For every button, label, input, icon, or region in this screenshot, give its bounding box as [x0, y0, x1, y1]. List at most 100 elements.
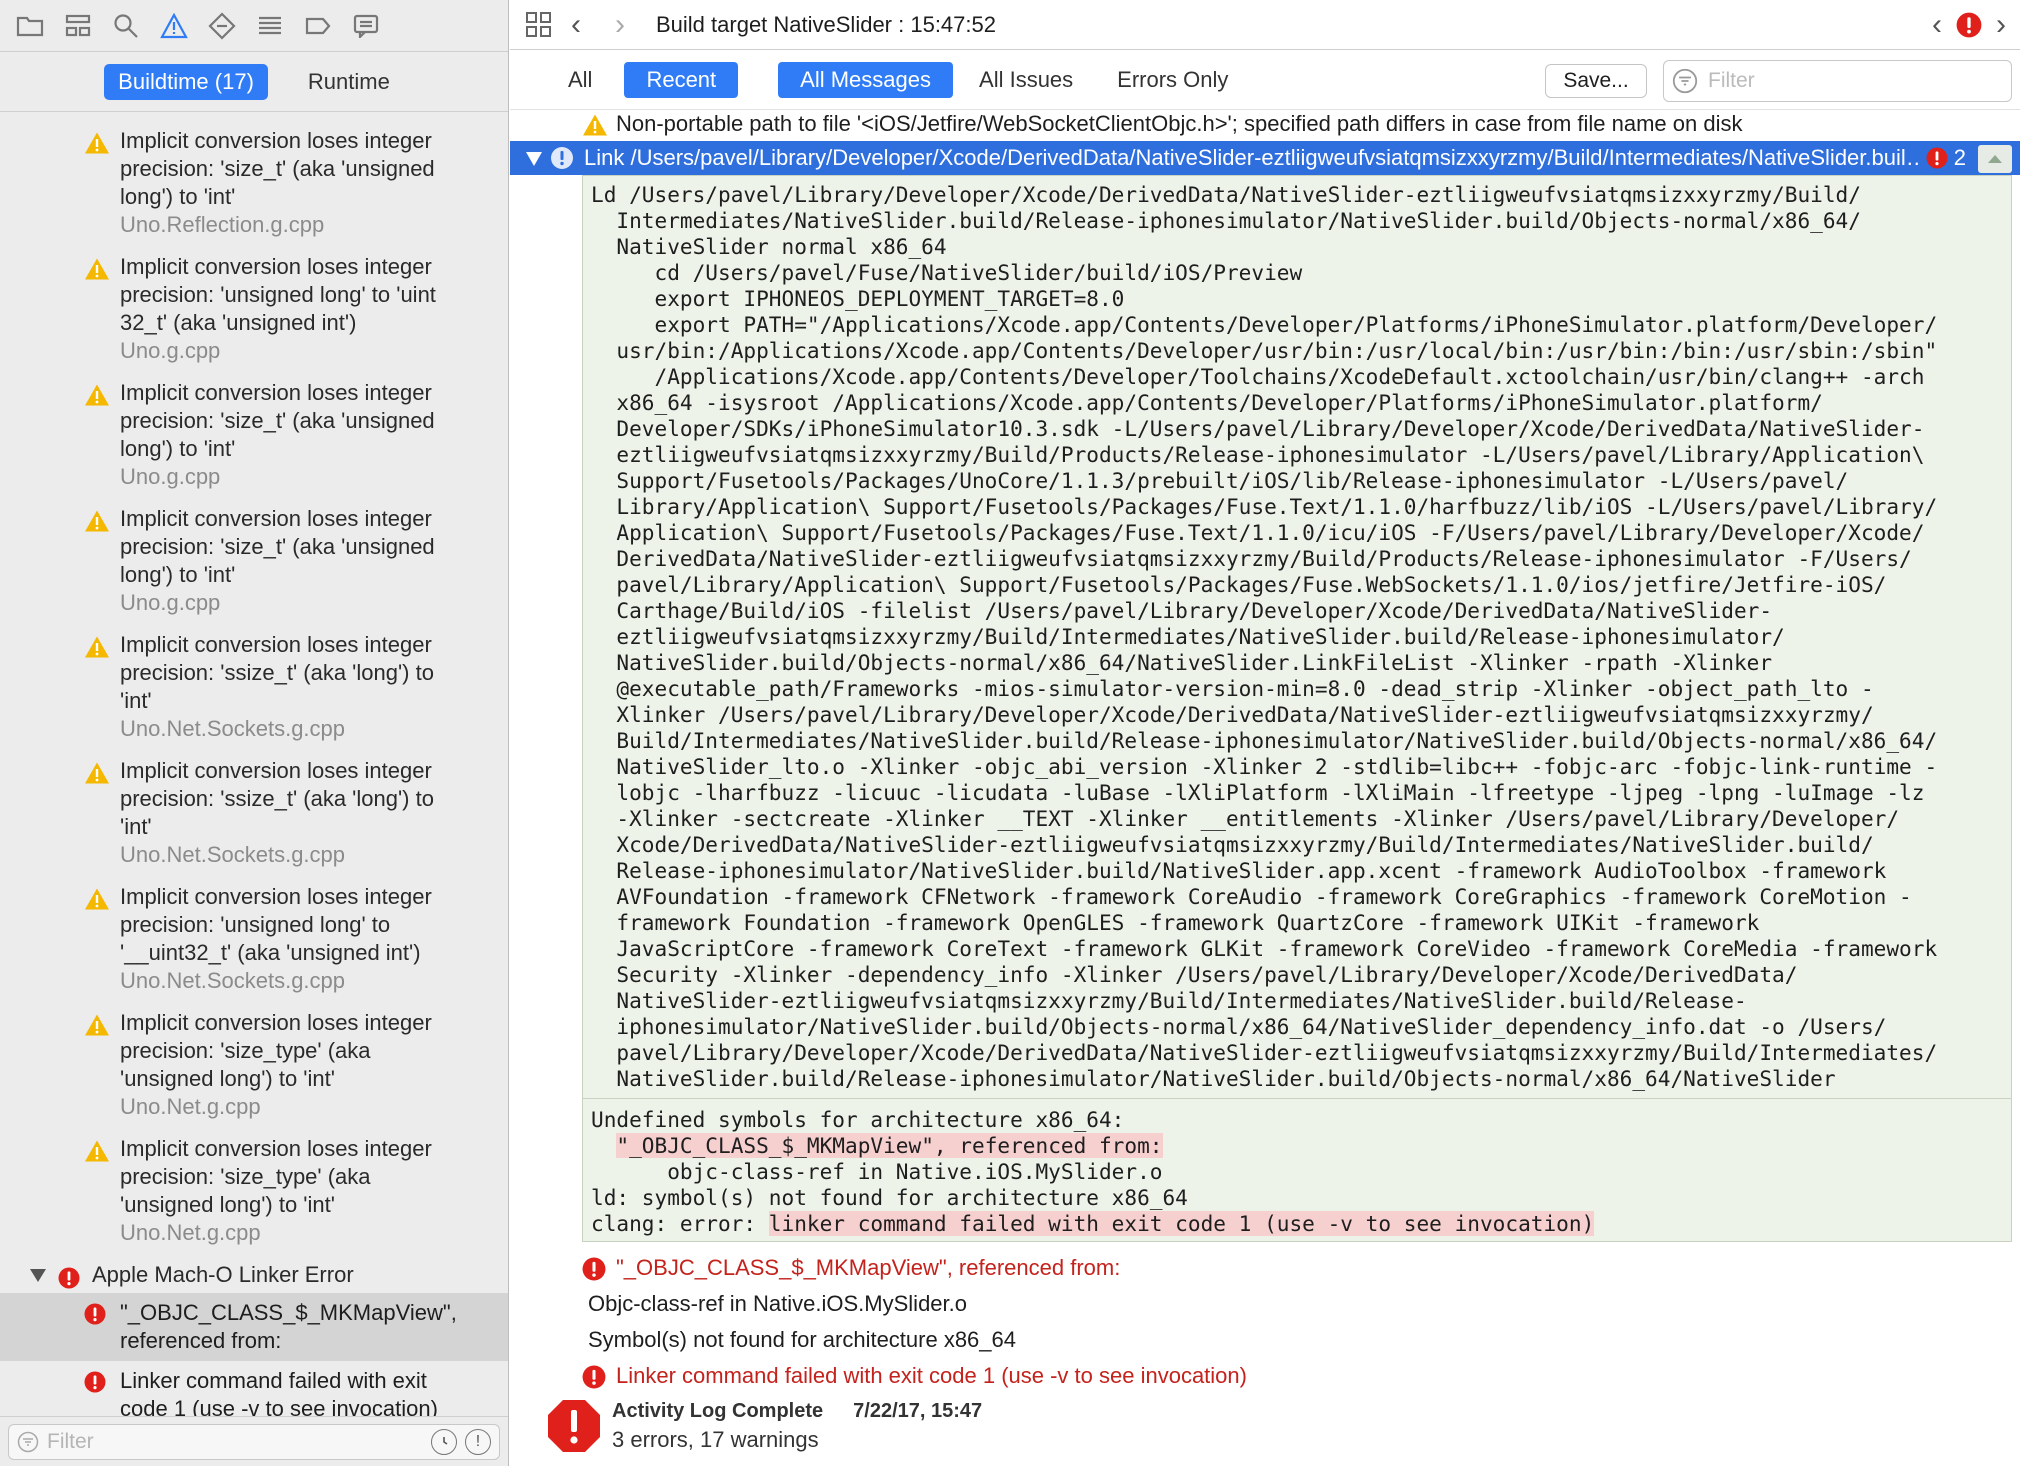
- warning-item[interactable]: Implicit conversion loses integer precisi…: [0, 123, 508, 249]
- breakpoint-icon[interactable]: [294, 4, 342, 48]
- warning-message-line: Implicit conversion loses integer: [120, 128, 432, 153]
- navigator-filter-bar: Filter !: [0, 1416, 508, 1466]
- collapse-up-icon[interactable]: [1978, 145, 2012, 173]
- warning-message-line: 32_t' (aka 'unsigned int'): [120, 310, 357, 335]
- build-log: Non-portable path to file '<iOS/Jetfire/…: [510, 111, 2020, 1466]
- linker-command-transcript[interactable]: Ld /Users/pavel/Library/Developer/Xcode/…: [582, 175, 2012, 1242]
- warning-message-line: 'unsigned long') to 'int': [120, 1192, 335, 1217]
- warning-icon: [84, 1013, 110, 1044]
- warning-file-name: Uno.Reflection.g.cpp: [120, 212, 325, 237]
- jump-bar-title[interactable]: Build target NativeSlider : 15:47:52: [656, 12, 996, 38]
- objc-class-ref-line: objc-class-ref in Native.iOS.MySlider.o: [591, 1159, 1163, 1184]
- error-list: "_OBJC_CLASS_$_MKMapView", referenced fro…: [0, 1293, 508, 1416]
- error-icon: [1926, 147, 1948, 169]
- issue-navigator: Buildtime (17) Runtime Implicit conversi…: [0, 0, 509, 1466]
- highlighted-symbol: "_OBJC_CLASS_$_MKMapView", referenced fr…: [616, 1133, 1163, 1158]
- summary-error-text: "_OBJC_CLASS_$_MKMapView", referenced fr…: [616, 1255, 1121, 1280]
- warning-icon: [84, 509, 110, 540]
- link-step-row[interactable]: Link /Users/pavel/Library/Developer/Xcod…: [510, 141, 2020, 175]
- filter-icon: [17, 1431, 39, 1452]
- error-message-line: "_OBJC_CLASS_$_MKMapView",: [120, 1300, 457, 1325]
- all-issues-button[interactable]: All Issues: [957, 62, 1095, 98]
- navigator-filter-field[interactable]: Filter !: [8, 1423, 500, 1460]
- warning-message-line: 'unsigned long') to 'int': [120, 1066, 335, 1091]
- error-icon: [84, 1303, 106, 1332]
- log-filter-bar: All Recent All Messages All Issues Error…: [510, 50, 2020, 110]
- buildtime-runtime-tabs: Buildtime (17) Runtime: [0, 52, 508, 112]
- folder-icon[interactable]: [6, 4, 54, 48]
- errors-only-button[interactable]: Errors Only: [1095, 62, 1250, 98]
- error-message-line: referenced from:: [120, 1328, 282, 1353]
- disclosure-triangle-icon[interactable]: [526, 152, 542, 166]
- report-icon[interactable]: [342, 4, 390, 48]
- warning-file-name: Uno.Net.Sockets.g.cpp: [120, 842, 346, 867]
- forward-chevron-icon[interactable]: ›: [598, 8, 642, 42]
- warning-item[interactable]: Implicit conversion loses integer precisi…: [0, 627, 508, 753]
- summary-error-line[interactable]: "_OBJC_CLASS_$_MKMapView", referenced fr…: [510, 1250, 2020, 1286]
- warning-file-name: Uno.Net.g.cpp: [120, 1220, 261, 1245]
- link-error-badge: 2: [1921, 141, 1966, 175]
- warning-item[interactable]: Implicit conversion loses integer precisi…: [0, 753, 508, 879]
- warning-message-line: Implicit conversion loses integer: [120, 1010, 432, 1035]
- warning-log-line[interactable]: Non-portable path to file '<iOS/Jetfire/…: [510, 111, 2020, 141]
- warning-message-line: Implicit conversion loses integer: [120, 758, 432, 783]
- warning-filter-icon[interactable]: !: [465, 1428, 491, 1455]
- complete-title: Activity Log Complete: [612, 1400, 824, 1422]
- warning-item[interactable]: Implicit conversion loses integer precisi…: [0, 375, 508, 501]
- clipped-row: [0, 113, 508, 123]
- warning-file-name: Uno.g.cpp: [120, 464, 221, 489]
- warning-navigator-icon[interactable]: [150, 4, 198, 48]
- warning-message-line: precision: 'ssize_t' (aka 'long') to: [120, 660, 434, 685]
- test-diamond-icon[interactable]: [198, 4, 246, 48]
- warning-item[interactable]: Implicit conversion loses integer precisi…: [0, 1005, 508, 1131]
- activity-log-complete: Activity Log Complete 7/22/17, 15:47 3 er…: [510, 1394, 2020, 1464]
- warning-message-line: precision: 'size_type' (aka: [120, 1164, 371, 1189]
- previous-issue-icon[interactable]: ‹: [1924, 8, 1950, 42]
- tab-runtime[interactable]: Runtime: [294, 64, 404, 100]
- save-button[interactable]: Save...: [1545, 64, 1647, 98]
- hierarchy-icon[interactable]: [54, 4, 102, 48]
- error-message-line: Linker command failed with exit: [120, 1368, 427, 1393]
- summary-error-line[interactable]: Linker command failed with exit code 1 (…: [510, 1358, 2020, 1394]
- navigator-toolbar: [0, 0, 508, 52]
- link-error-count: 2: [1953, 145, 1966, 170]
- all-messages-button[interactable]: All Messages: [778, 61, 954, 98]
- warning-item[interactable]: Implicit conversion loses integer precisi…: [0, 249, 508, 375]
- error-item[interactable]: "_OBJC_CLASS_$_MKMapView", referenced fro…: [0, 1293, 508, 1361]
- debug-list-icon[interactable]: [246, 4, 294, 48]
- tab-buildtime[interactable]: Buildtime (17): [104, 63, 268, 100]
- filter-icon: [1672, 68, 1698, 94]
- warning-file-name: Uno.g.cpp: [120, 338, 221, 363]
- summary-error-text: Linker command failed with exit code 1 (…: [616, 1363, 1247, 1388]
- warning-item[interactable]: Implicit conversion loses integer precisi…: [0, 1131, 508, 1257]
- warning-item[interactable]: Implicit conversion loses integer precisi…: [0, 501, 508, 627]
- related-items-icon[interactable]: [524, 10, 554, 40]
- log-filter-field[interactable]: Filter: [1663, 60, 2012, 102]
- search-icon[interactable]: [102, 4, 150, 48]
- error-icon: [1956, 12, 1982, 38]
- warning-message-line: precision: 'size_t' (aka 'unsigned: [120, 534, 435, 559]
- warning-message-line: '__uint32_t' (aka 'unsigned int'): [120, 940, 421, 965]
- warning-file-name: Uno.Net.g.cpp: [120, 1094, 261, 1119]
- disclosure-triangle-icon[interactable]: [30, 1269, 46, 1282]
- warning-message-line: Implicit conversion loses integer: [120, 1136, 432, 1161]
- summary-note-line[interactable]: Objc-class-ref in Native.iOS.MySlider.o: [510, 1286, 2020, 1322]
- back-chevron-icon[interactable]: ‹: [554, 8, 598, 42]
- error-item[interactable]: Linker command failed with exit code 1 (u…: [0, 1361, 508, 1416]
- error-icon: [84, 1371, 106, 1400]
- summary-note-line[interactable]: Symbol(s) not found for architecture x86…: [510, 1322, 2020, 1358]
- clock-icon[interactable]: [431, 1428, 457, 1455]
- scope-all-button[interactable]: All: [546, 62, 614, 98]
- symbol-not-found-line: ld: symbol(s) not found for architecture…: [591, 1185, 1188, 1210]
- linker-error-group[interactable]: Apple Mach-O Linker Error: [0, 1257, 508, 1293]
- big-error-icon: [546, 1398, 602, 1459]
- warning-file-name: Uno.Net.Sockets.g.cpp: [120, 716, 346, 741]
- warning-item[interactable]: Implicit conversion loses integer precisi…: [0, 879, 508, 1005]
- scope-recent-button[interactable]: Recent: [624, 61, 739, 98]
- warning-message-line: precision: 'unsigned long' to 'uint: [120, 282, 436, 307]
- next-issue-icon[interactable]: ›: [1988, 8, 2014, 42]
- warning-message-line: Implicit conversion loses integer: [120, 884, 432, 909]
- warning-message-line: long') to 'int': [120, 184, 236, 209]
- highlighted-clang-error: linker command failed with exit code 1 (…: [768, 1211, 1595, 1236]
